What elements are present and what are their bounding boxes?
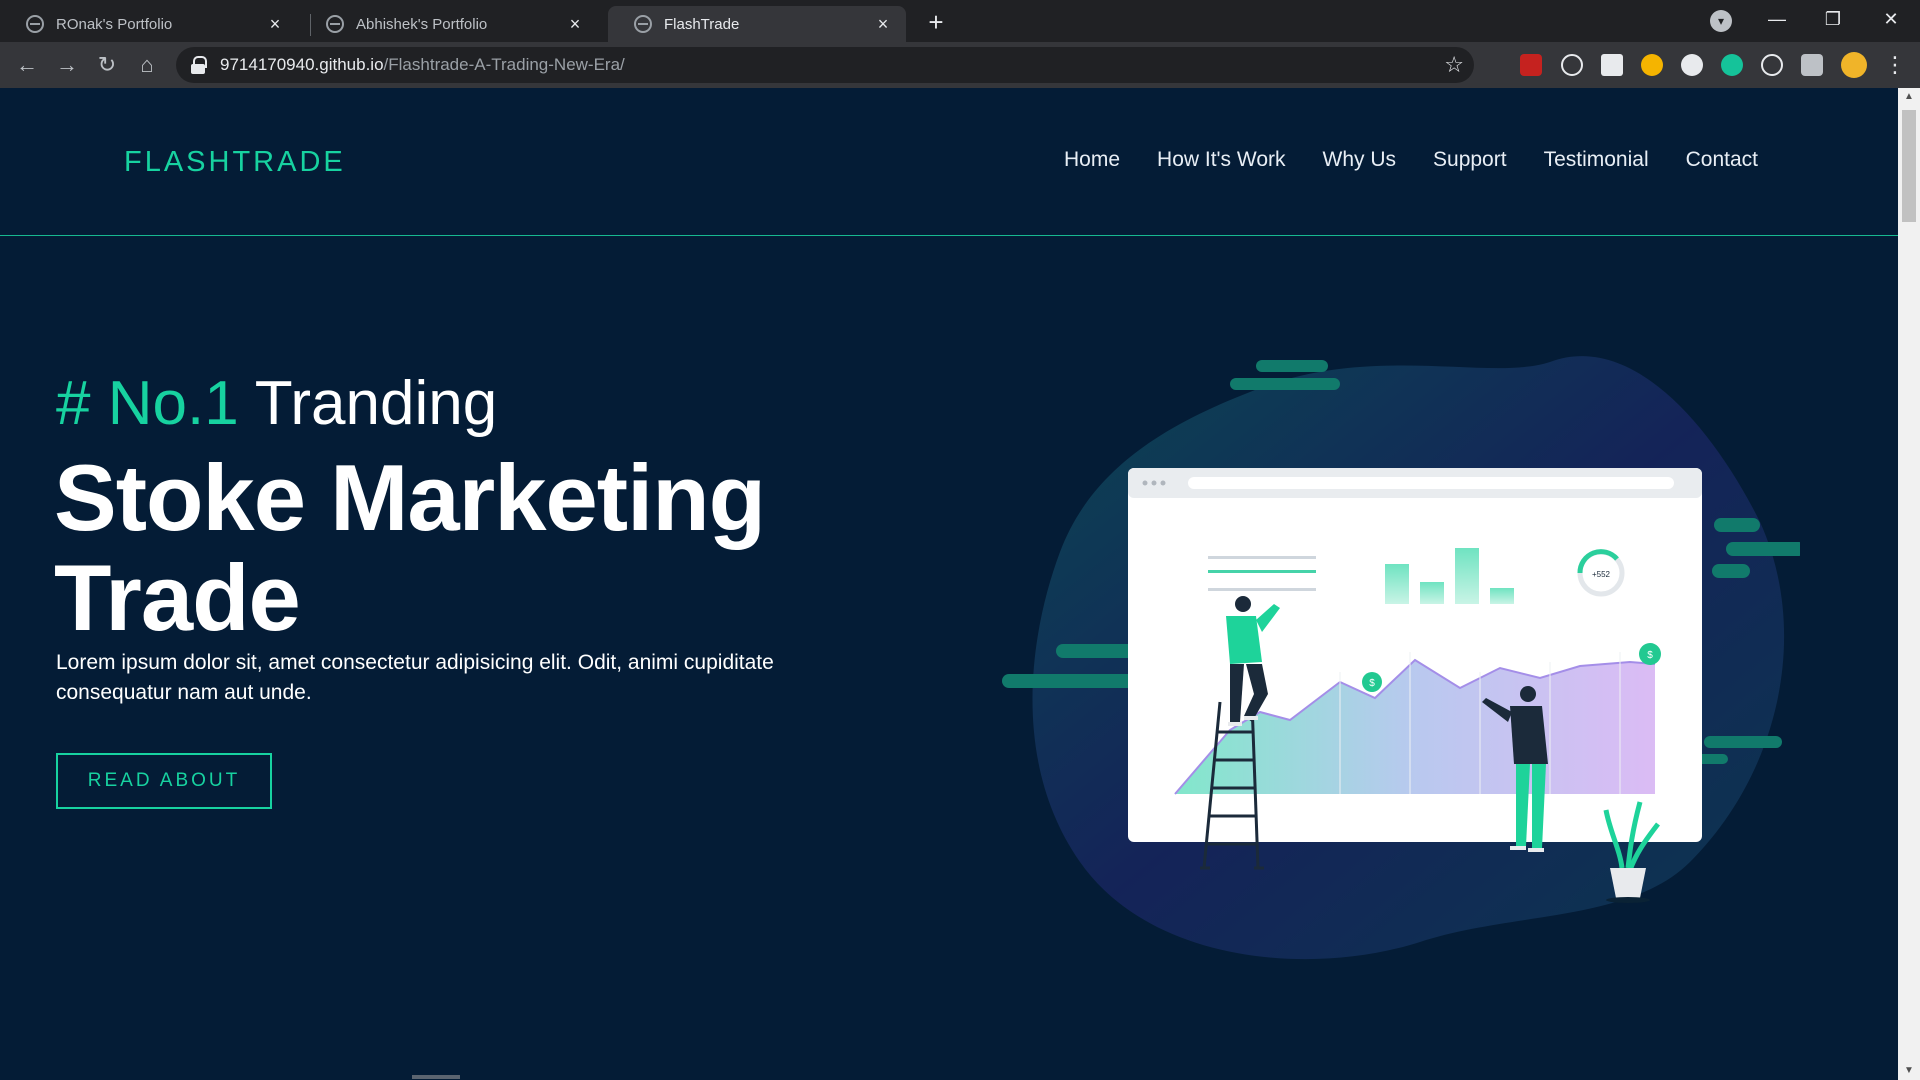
pocket-extension-icon[interactable] [1520,54,1542,76]
forward-arrow-icon[interactable]: → [52,50,82,80]
site-logo[interactable]: FLASHTRADE [124,146,346,179]
svg-text:$: $ [1369,678,1375,689]
hero-title: Stoke Marketing Trade [54,448,874,648]
restore-icon[interactable]: ❐ [1810,4,1856,34]
globe-icon [634,15,652,33]
scroll-up-arrow-icon[interactable]: ▲ [1898,88,1920,106]
coin-extension-icon[interactable] [1641,54,1663,76]
close-icon[interactable]: × [874,15,892,33]
lock-icon[interactable] [190,56,207,74]
calendar-extension-icon[interactable] [1601,54,1623,76]
nav-link-testimonial[interactable]: Testimonial [1544,148,1649,172]
browser-tab-abhishek[interactable]: Abhishek's Portfolio × [300,6,598,42]
nav-link-how-its-work[interactable]: How It's Work [1157,148,1285,172]
url-host: 9714170940.github.io [220,55,384,74]
address-bar[interactable]: 9714170940.github.io/Flashtrade-A-Tradin… [176,47,1474,83]
page-viewport: FLASHTRADE Home How It's Work Why Us Sup… [0,88,1898,1080]
circle-extension-icon[interactable] [1681,54,1703,76]
svg-text:$: $ [1647,650,1653,661]
tab-title: ROnak's Portfolio [56,15,173,33]
site-header: FLASHTRADE Home How It's Work Why Us Sup… [0,88,1898,236]
minimize-icon[interactable]: — [1754,4,1800,34]
coin-icon: $ [1639,643,1661,665]
hero-title-line-2: Trade [54,545,301,650]
react-devtools-icon[interactable] [1761,54,1783,76]
scroll-thumb[interactable] [1902,110,1916,222]
tab-title: Abhishek's Portfolio [356,15,488,33]
nav-link-contact[interactable]: Contact [1686,148,1758,172]
read-about-button[interactable]: READ ABOUT [56,753,272,809]
browser-toolbar: ← → ↻ ⌂ 9714170940.github.io/Flashtrade-… [0,42,1920,88]
browser-tab-ronak[interactable]: ROnak's Portfolio × [0,6,298,42]
close-icon[interactable]: × [566,15,584,33]
browser-tab-strip: ROnak's Portfolio × Abhishek's Portfolio… [0,0,1920,42]
new-tab-button[interactable]: + [922,9,950,37]
nav-link-support[interactable]: Support [1433,148,1507,172]
reload-icon[interactable]: ↻ [92,50,122,80]
back-arrow-icon[interactable]: ← [12,50,42,80]
grammarly-icon[interactable] [1721,54,1743,76]
home-icon[interactable]: ⌂ [132,50,162,80]
close-icon[interactable]: × [266,15,284,33]
page-bottom-indicator [412,1075,460,1079]
bookmark-star-icon[interactable]: ☆ [1444,53,1464,77]
hero-description: Lorem ipsum dolor sit, amet consectetur … [56,651,774,704]
hero-title-line-1: Stoke Marketing [54,445,766,550]
tab-search-icon[interactable]: ▾ [1710,10,1732,32]
hero-kicker: # No.1 Tranding [56,368,497,439]
browser-tab-flashtrade[interactable]: FlashTrade × [608,6,906,42]
url-path: /Flashtrade-A-Trading-New-Era/ [383,55,625,74]
globe-icon [326,15,344,33]
extension-gauge-icon[interactable] [1561,54,1583,76]
page-scrollbar[interactable]: ▲ ▼ [1898,88,1920,1080]
gauge-label: +552 [1592,570,1611,579]
trading-dashboard-illustration: +552 $ $ [1002,356,1800,960]
kebab-menu-icon[interactable]: ⋮ [1884,50,1906,80]
nav-link-why-us[interactable]: Why Us [1323,148,1397,172]
scroll-down-arrow-icon[interactable]: ▼ [1898,1062,1920,1080]
main-nav: Home How It's Work Why Us Support Testim… [1064,148,1758,172]
coin-icon: $ [1362,672,1382,692]
window-close-icon[interactable]: ✕ [1868,4,1914,34]
nav-link-home[interactable]: Home [1064,148,1120,172]
profile-avatar[interactable] [1841,52,1867,78]
hero-kicker-text: Tranding [254,369,498,438]
hero-kicker-accent: # No.1 [56,369,239,438]
puzzle-extensions-icon[interactable] [1801,54,1823,76]
globe-icon [26,15,44,33]
tab-title: FlashTrade [664,15,740,33]
